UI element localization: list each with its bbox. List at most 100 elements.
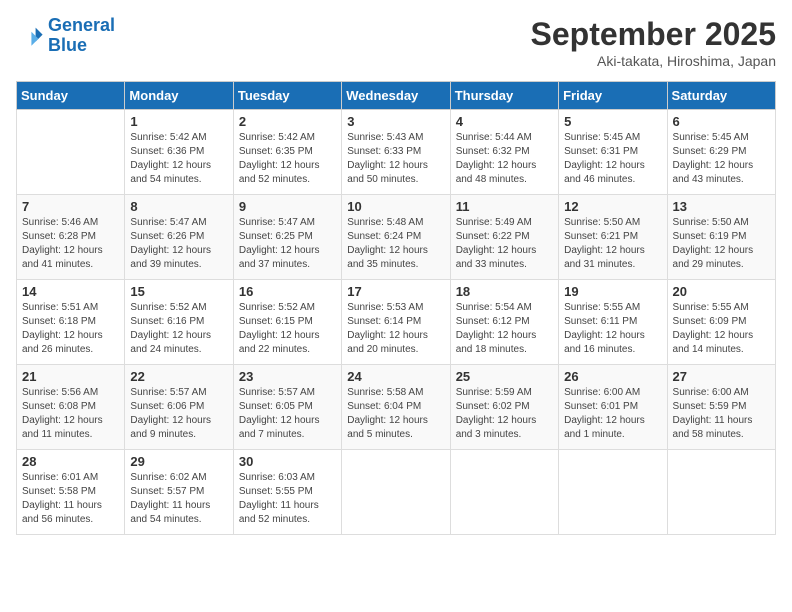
calendar-row: 1 Sunrise: 5:42 AMSunset: 6:36 PMDayligh… [17,110,776,195]
day-detail: Sunrise: 5:45 AMSunset: 6:29 PMDaylight:… [673,131,770,187]
day-detail: Sunrise: 6:00 AMSunset: 5:59 PMDaylight:… [673,386,770,442]
calendar-cell: 25 Sunrise: 5:59 AMSunset: 6:02 PMDaylig… [450,365,558,450]
calendar-cell [450,450,558,535]
day-number: 29 [130,454,227,469]
day-number: 15 [130,284,227,299]
logo-line1: General [48,15,115,35]
calendar-cell: 27 Sunrise: 6:00 AMSunset: 5:59 PMDaylig… [667,365,775,450]
calendar-cell: 19 Sunrise: 5:55 AMSunset: 6:11 PMDaylig… [559,280,667,365]
day-number: 5 [564,114,661,129]
day-number: 9 [239,199,336,214]
calendar-cell: 16 Sunrise: 5:52 AMSunset: 6:15 PMDaylig… [233,280,341,365]
calendar-cell: 3 Sunrise: 5:43 AMSunset: 6:33 PMDayligh… [342,110,450,195]
day-number: 6 [673,114,770,129]
day-detail: Sunrise: 5:43 AMSunset: 6:33 PMDaylight:… [347,131,444,187]
calendar-cell: 6 Sunrise: 5:45 AMSunset: 6:29 PMDayligh… [667,110,775,195]
day-detail: Sunrise: 5:50 AMSunset: 6:21 PMDaylight:… [564,216,661,272]
calendar-cell: 29 Sunrise: 6:02 AMSunset: 5:57 PMDaylig… [125,450,233,535]
calendar-cell [17,110,125,195]
day-detail: Sunrise: 6:02 AMSunset: 5:57 PMDaylight:… [130,471,227,527]
location: Aki-takata, Hiroshima, Japan [531,53,776,69]
calendar-table: SundayMondayTuesdayWednesdayThursdayFrid… [16,81,776,535]
day-number: 8 [130,199,227,214]
day-detail: Sunrise: 6:00 AMSunset: 6:01 PMDaylight:… [564,386,661,442]
day-number: 21 [22,369,119,384]
calendar-header: SundayMondayTuesdayWednesdayThursdayFrid… [17,82,776,110]
day-detail: Sunrise: 5:52 AMSunset: 6:15 PMDaylight:… [239,301,336,357]
calendar-cell: 7 Sunrise: 5:46 AMSunset: 6:28 PMDayligh… [17,195,125,280]
day-detail: Sunrise: 5:58 AMSunset: 6:04 PMDaylight:… [347,386,444,442]
day-detail: Sunrise: 6:01 AMSunset: 5:58 PMDaylight:… [22,471,119,527]
weekday-header: Monday [125,82,233,110]
day-detail: Sunrise: 5:55 AMSunset: 6:11 PMDaylight:… [564,301,661,357]
calendar-cell: 21 Sunrise: 5:56 AMSunset: 6:08 PMDaylig… [17,365,125,450]
weekday-header: Friday [559,82,667,110]
day-number: 30 [239,454,336,469]
calendar-cell: 1 Sunrise: 5:42 AMSunset: 6:36 PMDayligh… [125,110,233,195]
calendar-cell: 20 Sunrise: 5:55 AMSunset: 6:09 PMDaylig… [667,280,775,365]
calendar-row: 21 Sunrise: 5:56 AMSunset: 6:08 PMDaylig… [17,365,776,450]
calendar-cell: 12 Sunrise: 5:50 AMSunset: 6:21 PMDaylig… [559,195,667,280]
day-number: 10 [347,199,444,214]
day-number: 28 [22,454,119,469]
day-number: 2 [239,114,336,129]
day-detail: Sunrise: 5:52 AMSunset: 6:16 PMDaylight:… [130,301,227,357]
calendar-cell: 11 Sunrise: 5:49 AMSunset: 6:22 PMDaylig… [450,195,558,280]
calendar-cell [667,450,775,535]
day-detail: Sunrise: 5:59 AMSunset: 6:02 PMDaylight:… [456,386,553,442]
logo-text: General Blue [48,16,115,56]
weekday-header: Saturday [667,82,775,110]
day-detail: Sunrise: 5:46 AMSunset: 6:28 PMDaylight:… [22,216,119,272]
calendar-cell: 18 Sunrise: 5:54 AMSunset: 6:12 PMDaylig… [450,280,558,365]
day-number: 7 [22,199,119,214]
page-header: General Blue September 2025 Aki-takata, … [16,16,776,69]
day-detail: Sunrise: 5:48 AMSunset: 6:24 PMDaylight:… [347,216,444,272]
day-number: 3 [347,114,444,129]
weekday-header: Sunday [17,82,125,110]
month-title: September 2025 [531,16,776,53]
day-number: 25 [456,369,553,384]
day-detail: Sunrise: 5:44 AMSunset: 6:32 PMDaylight:… [456,131,553,187]
day-number: 19 [564,284,661,299]
day-detail: Sunrise: 5:57 AMSunset: 6:06 PMDaylight:… [130,386,227,442]
day-detail: Sunrise: 5:42 AMSunset: 6:36 PMDaylight:… [130,131,227,187]
day-detail: Sunrise: 5:57 AMSunset: 6:05 PMDaylight:… [239,386,336,442]
calendar-body: 1 Sunrise: 5:42 AMSunset: 6:36 PMDayligh… [17,110,776,535]
calendar-cell [342,450,450,535]
day-detail: Sunrise: 5:45 AMSunset: 6:31 PMDaylight:… [564,131,661,187]
calendar-cell: 26 Sunrise: 6:00 AMSunset: 6:01 PMDaylig… [559,365,667,450]
day-detail: Sunrise: 6:03 AMSunset: 5:55 PMDaylight:… [239,471,336,527]
calendar-cell: 4 Sunrise: 5:44 AMSunset: 6:32 PMDayligh… [450,110,558,195]
day-number: 11 [456,199,553,214]
calendar-cell: 8 Sunrise: 5:47 AMSunset: 6:26 PMDayligh… [125,195,233,280]
day-detail: Sunrise: 5:54 AMSunset: 6:12 PMDaylight:… [456,301,553,357]
day-number: 24 [347,369,444,384]
calendar-cell: 10 Sunrise: 5:48 AMSunset: 6:24 PMDaylig… [342,195,450,280]
calendar-cell: 24 Sunrise: 5:58 AMSunset: 6:04 PMDaylig… [342,365,450,450]
day-detail: Sunrise: 5:47 AMSunset: 6:26 PMDaylight:… [130,216,227,272]
calendar-row: 28 Sunrise: 6:01 AMSunset: 5:58 PMDaylig… [17,450,776,535]
calendar-cell [559,450,667,535]
day-detail: Sunrise: 5:55 AMSunset: 6:09 PMDaylight:… [673,301,770,357]
logo: General Blue [16,16,115,56]
weekday-header: Tuesday [233,82,341,110]
day-number: 20 [673,284,770,299]
calendar-cell: 28 Sunrise: 6:01 AMSunset: 5:58 PMDaylig… [17,450,125,535]
day-number: 14 [22,284,119,299]
weekday-header: Wednesday [342,82,450,110]
logo-line2: Blue [48,35,87,55]
weekday-header: Thursday [450,82,558,110]
calendar-cell: 2 Sunrise: 5:42 AMSunset: 6:35 PMDayligh… [233,110,341,195]
day-number: 13 [673,199,770,214]
day-number: 16 [239,284,336,299]
calendar-row: 14 Sunrise: 5:51 AMSunset: 6:18 PMDaylig… [17,280,776,365]
day-number: 23 [239,369,336,384]
day-detail: Sunrise: 5:53 AMSunset: 6:14 PMDaylight:… [347,301,444,357]
title-area: September 2025 Aki-takata, Hiroshima, Ja… [531,16,776,69]
calendar-cell: 14 Sunrise: 5:51 AMSunset: 6:18 PMDaylig… [17,280,125,365]
day-number: 1 [130,114,227,129]
calendar-cell: 23 Sunrise: 5:57 AMSunset: 6:05 PMDaylig… [233,365,341,450]
calendar-row: 7 Sunrise: 5:46 AMSunset: 6:28 PMDayligh… [17,195,776,280]
calendar-cell: 9 Sunrise: 5:47 AMSunset: 6:25 PMDayligh… [233,195,341,280]
day-detail: Sunrise: 5:50 AMSunset: 6:19 PMDaylight:… [673,216,770,272]
